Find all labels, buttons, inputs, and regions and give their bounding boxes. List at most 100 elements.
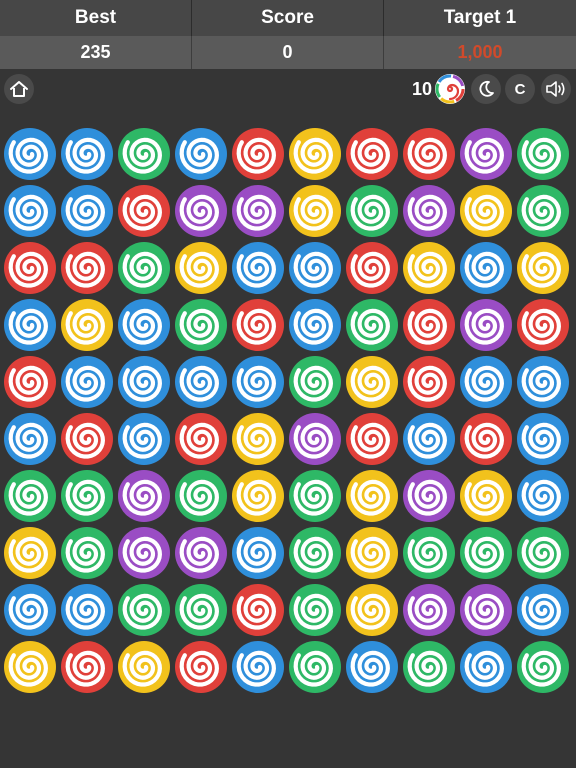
candy-blue[interactable]: [117, 298, 171, 352]
candy-green[interactable]: [174, 583, 228, 637]
candy-yellow[interactable]: [231, 469, 285, 523]
candy-yellow[interactable]: [3, 526, 57, 580]
candy-red[interactable]: [402, 298, 456, 352]
candy-yellow[interactable]: [288, 184, 342, 238]
candy-blue[interactable]: [231, 526, 285, 580]
candy-red[interactable]: [117, 184, 171, 238]
candy-purple[interactable]: [402, 583, 456, 637]
candy-blue[interactable]: [459, 355, 513, 409]
candy-yellow[interactable]: [288, 127, 342, 181]
candy-green[interactable]: [60, 526, 114, 580]
candy-blue[interactable]: [60, 184, 114, 238]
sound-button[interactable]: [541, 74, 571, 104]
candy-red[interactable]: [60, 412, 114, 466]
candy-yellow[interactable]: [174, 241, 228, 295]
night-mode-button[interactable]: [471, 74, 501, 104]
candy-green[interactable]: [174, 469, 228, 523]
candy-purple[interactable]: [174, 526, 228, 580]
candy-blue[interactable]: [3, 127, 57, 181]
candy-green[interactable]: [345, 184, 399, 238]
candy-purple[interactable]: [117, 526, 171, 580]
candy-red[interactable]: [231, 298, 285, 352]
candy-purple[interactable]: [402, 184, 456, 238]
candy-blue[interactable]: [117, 412, 171, 466]
candy-green[interactable]: [288, 355, 342, 409]
candy-yellow[interactable]: [60, 298, 114, 352]
candy-red[interactable]: [60, 241, 114, 295]
c-button[interactable]: C: [505, 74, 535, 104]
candy-green[interactable]: [117, 127, 171, 181]
candy-blue[interactable]: [516, 583, 570, 637]
candy-blue[interactable]: [516, 355, 570, 409]
candy-red[interactable]: [3, 241, 57, 295]
candy-green[interactable]: [516, 526, 570, 580]
candy-blue[interactable]: [60, 583, 114, 637]
candy-red[interactable]: [174, 640, 228, 694]
candy-blue[interactable]: [459, 241, 513, 295]
candy-blue[interactable]: [402, 412, 456, 466]
candy-red[interactable]: [459, 412, 513, 466]
candy-purple[interactable]: [174, 184, 228, 238]
candy-blue[interactable]: [117, 355, 171, 409]
candy-blue[interactable]: [345, 640, 399, 694]
candy-green[interactable]: [345, 298, 399, 352]
candy-blue[interactable]: [174, 355, 228, 409]
candy-yellow[interactable]: [516, 241, 570, 295]
candy-green[interactable]: [60, 469, 114, 523]
candy-yellow[interactable]: [345, 526, 399, 580]
candy-purple[interactable]: [288, 412, 342, 466]
candy-blue[interactable]: [288, 241, 342, 295]
candy-purple[interactable]: [231, 184, 285, 238]
candy-red[interactable]: [516, 298, 570, 352]
candy-red[interactable]: [231, 583, 285, 637]
candy-yellow[interactable]: [3, 640, 57, 694]
candy-purple[interactable]: [117, 469, 171, 523]
candy-green[interactable]: [174, 298, 228, 352]
candy-blue[interactable]: [288, 298, 342, 352]
candy-yellow[interactable]: [459, 469, 513, 523]
candy-green[interactable]: [117, 583, 171, 637]
candy-green[interactable]: [288, 469, 342, 523]
candy-purple[interactable]: [459, 127, 513, 181]
candy-red[interactable]: [231, 127, 285, 181]
candy-blue[interactable]: [3, 583, 57, 637]
candy-blue[interactable]: [459, 640, 513, 694]
candy-blue[interactable]: [60, 355, 114, 409]
candy-yellow[interactable]: [402, 241, 456, 295]
candy-blue[interactable]: [516, 469, 570, 523]
candy-red[interactable]: [3, 355, 57, 409]
candy-red[interactable]: [60, 640, 114, 694]
candy-red[interactable]: [345, 412, 399, 466]
candy-green[interactable]: [288, 583, 342, 637]
candy-green[interactable]: [402, 640, 456, 694]
candy-yellow[interactable]: [231, 412, 285, 466]
candy-green[interactable]: [516, 127, 570, 181]
candy-blue[interactable]: [3, 298, 57, 352]
candy-green[interactable]: [3, 469, 57, 523]
candy-blue[interactable]: [231, 640, 285, 694]
home-button[interactable]: [4, 74, 34, 104]
candy-yellow[interactable]: [459, 184, 513, 238]
candy-purple[interactable]: [459, 583, 513, 637]
candy-red[interactable]: [402, 127, 456, 181]
candy-blue[interactable]: [3, 412, 57, 466]
candy-red[interactable]: [174, 412, 228, 466]
candy-green[interactable]: [459, 526, 513, 580]
candy-yellow[interactable]: [345, 469, 399, 523]
candy-green[interactable]: [288, 640, 342, 694]
candy-red[interactable]: [402, 355, 456, 409]
candy-blue[interactable]: [60, 127, 114, 181]
candy-blue[interactable]: [3, 184, 57, 238]
candy-purple[interactable]: [402, 469, 456, 523]
candy-green[interactable]: [402, 526, 456, 580]
candy-yellow[interactable]: [345, 583, 399, 637]
candy-green[interactable]: [516, 184, 570, 238]
candy-green[interactable]: [516, 640, 570, 694]
candy-blue[interactable]: [174, 127, 228, 181]
candy-green[interactable]: [288, 526, 342, 580]
candy-green[interactable]: [117, 241, 171, 295]
candy-blue[interactable]: [516, 412, 570, 466]
candy-purple[interactable]: [459, 298, 513, 352]
candy-yellow[interactable]: [345, 355, 399, 409]
candy-red[interactable]: [345, 127, 399, 181]
